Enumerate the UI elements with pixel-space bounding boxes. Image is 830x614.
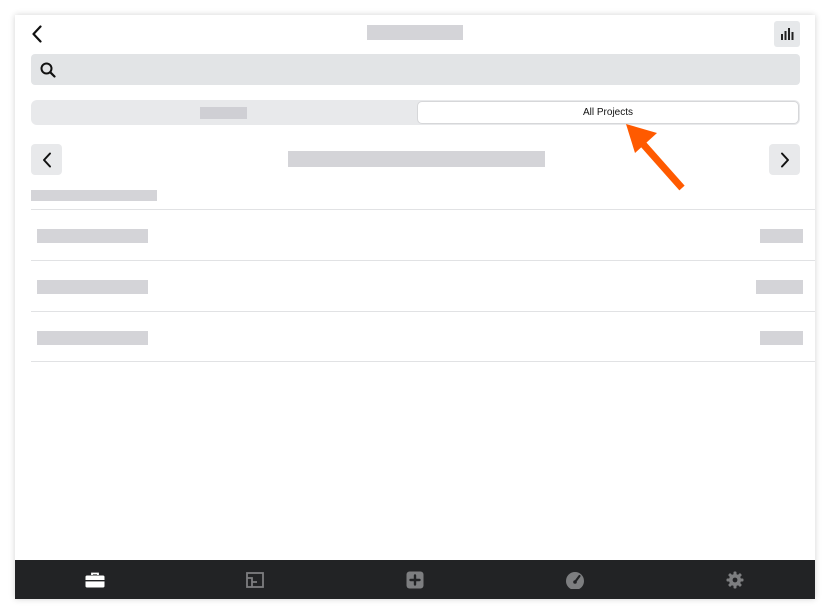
chevron-right-icon [780,152,789,167]
list-item[interactable] [31,260,815,311]
bar-chart-icon [781,28,794,40]
project-list [31,209,815,362]
search-bar[interactable] [31,54,800,85]
tab-settings[interactable] [655,560,815,599]
item-name-placeholder [37,229,148,243]
tab-create[interactable] [335,560,495,599]
floorplan-icon [246,571,264,588]
period-title [288,151,545,167]
chevron-left-icon [42,152,51,167]
segment-my-projects[interactable] [31,100,416,125]
tab-dashboard[interactable] [495,560,655,599]
search-icon [40,62,56,78]
previous-period-button[interactable] [31,144,62,175]
segment-all-projects-label: All Projects [582,107,633,118]
segment-label-placeholder [200,106,247,119]
search-input[interactable] [64,54,800,85]
list-item[interactable] [31,311,815,362]
item-value-placeholder [760,331,803,345]
briefcase-icon [85,572,105,587]
stats-button[interactable] [774,21,800,47]
tab-drawings[interactable] [175,560,335,599]
speedometer-icon [566,571,584,589]
segment-all-projects[interactable]: All Projects [417,101,799,124]
item-name-placeholder [37,331,148,345]
segmented-control: All Projects [31,100,800,125]
item-value-placeholder [756,280,803,294]
chevron-left-icon [32,25,42,43]
back-button[interactable] [27,23,47,45]
app-window: All Projects [15,15,815,599]
list-item[interactable] [31,209,815,260]
plus-square-icon [406,571,424,588]
gear-icon [726,571,744,588]
page-title [367,25,463,40]
section-header [31,190,157,201]
tab-projects[interactable] [15,560,175,599]
bottom-tab-bar [15,560,815,599]
item-name-placeholder [37,280,148,294]
next-period-button[interactable] [769,144,800,175]
item-value-placeholder [760,229,803,243]
